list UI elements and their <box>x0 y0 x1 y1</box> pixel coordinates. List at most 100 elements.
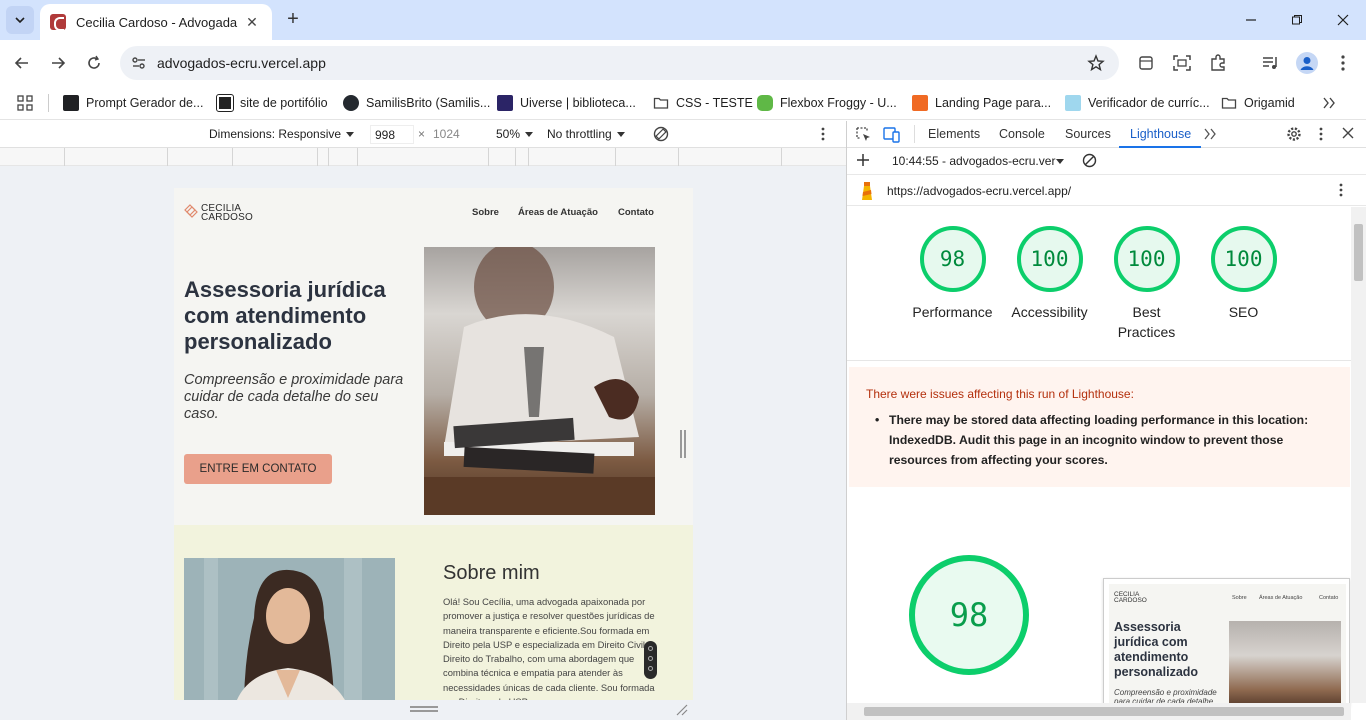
zoom-dropdown[interactable]: 50% <box>496 127 534 141</box>
warning-list: There may be stored data affecting loadi… <box>875 410 1329 470</box>
bookmark-item[interactable]: Flexbox Froggy - U... <box>757 92 897 114</box>
inspect-element-icon[interactable] <box>855 126 872 143</box>
nav-link-sobre[interactable]: Sobre <box>472 207 499 218</box>
report-selector[interactable]: 10:44:55 - advogados-ecru.ver <box>892 154 1065 168</box>
devtools-horizontal-scrollbar[interactable] <box>847 703 1351 720</box>
thumb-hero-title: Assessoria jurídica com atendimento pers… <box>1114 620 1199 679</box>
bookmark-folder[interactable]: Origamid <box>1221 92 1295 114</box>
performance-gauge[interactable]: 98 Performance <box>904 226 1001 322</box>
tab-elements[interactable]: Elements <box>928 127 980 141</box>
hero-image <box>424 247 655 515</box>
forward-button[interactable] <box>43 48 73 78</box>
folder-icon <box>1221 97 1237 109</box>
score-ring: 100 <box>1016 226 1083 292</box>
folder-icon <box>653 97 669 109</box>
nav-link-contato[interactable]: Contato <box>618 207 654 218</box>
score-label: Best Practices <box>1117 304 1176 340</box>
close-icon <box>1337 14 1349 26</box>
tab-console[interactable]: Console <box>999 127 1045 141</box>
about-section: Sobre mim Olá! Sou Cecília, uma advogada… <box>174 525 693 700</box>
contact-cta-button[interactable]: ENTRE EM CONTATO <box>184 454 332 484</box>
profile-avatar-icon[interactable] <box>1296 52 1318 74</box>
minimize-button[interactable] <box>1228 0 1274 40</box>
devtools-vertical-scrollbar[interactable] <box>1351 207 1366 703</box>
score-label: Performance <box>912 304 993 320</box>
bookmark-label: Prompt Gerador de... <box>86 96 204 110</box>
back-button[interactable] <box>7 48 37 78</box>
screenshot-icon[interactable] <box>1171 52 1193 74</box>
times-sign: × <box>418 127 426 141</box>
seo-gauge[interactable]: 100 SEO <box>1195 226 1292 322</box>
thumb-hero-image <box>1229 621 1341 705</box>
bookmark-label: Origamid <box>1244 96 1295 110</box>
floating-scroll-control[interactable] <box>644 641 657 679</box>
bookmark-item[interactable]: Landing Page para... <box>912 92 1051 114</box>
best-practices-gauge[interactable]: 100 Best Practices <box>1098 226 1195 342</box>
devtools-menu-icon[interactable] <box>1319 127 1323 141</box>
browser-tab[interactable]: Cecilia Cardoso - Advogada ✕ <box>40 4 272 40</box>
clear-reports-icon[interactable] <box>1082 153 1097 168</box>
caret-down-icon <box>525 132 534 138</box>
bookmarks-bar: Prompt Gerador de... site de portifólio … <box>0 86 1366 120</box>
dimensions-dropdown[interactable]: Dimensions: Responsive <box>209 127 355 141</box>
viewport-corner-resize-icon[interactable] <box>676 704 688 716</box>
new-tab-button[interactable]: + <box>282 8 304 30</box>
close-window-button[interactable] <box>1320 0 1366 40</box>
accessibility-gauge[interactable]: 100 Accessibility <box>1001 226 1098 322</box>
caret-down-icon <box>346 132 355 138</box>
reading-list-icon[interactable] <box>1135 52 1157 74</box>
performance-big-gauge[interactable]: 98 <box>909 555 1029 675</box>
report-selector-label: 10:44:55 - advogados-ecru.ver <box>892 154 1056 168</box>
tab-lighthouse[interactable]: Lighthouse <box>1130 127 1191 141</box>
more-tabs-icon[interactable] <box>1203 128 1217 140</box>
score-ring: 98 <box>919 226 986 292</box>
zoom-label: 50% <box>496 127 521 141</box>
final-screenshot-thumbnail[interactable]: CECILIA CARDOSO Sobre Áreas de Atuação C… <box>1103 578 1350 706</box>
bookmark-folder[interactable]: CSS - TESTE <box>653 92 753 114</box>
device-toolbar: Dimensions: Responsive 998 × 1024 50% No… <box>0 121 846 148</box>
bookmark-item[interactable]: SamilisBrito (Samilis... <box>343 92 490 114</box>
tab-search-button[interactable] <box>6 6 34 34</box>
restore-button[interactable] <box>1274 0 1320 40</box>
uiverse-icon <box>497 95 513 111</box>
reload-button[interactable] <box>79 48 109 78</box>
address-bar[interactable]: advogados-ecru.vercel.app <box>120 46 1119 80</box>
throttling-label: No throttling <box>547 127 612 141</box>
apps-grid-icon[interactable] <box>17 92 33 114</box>
chrome-menu-icon[interactable] <box>1332 52 1354 74</box>
report-url[interactable]: https://advogados-ecru.vercel.app/ <box>887 184 1071 198</box>
bookmark-star-icon[interactable] <box>1087 54 1105 72</box>
settings-gear-icon[interactable] <box>1286 126 1302 142</box>
site-info-icon[interactable] <box>130 54 148 72</box>
bookmark-label: SamilisBrito (Samilis... <box>366 96 491 110</box>
hero-subtitle: Compreensão e proximidade para cuidar de… <box>184 372 404 422</box>
devtools-panel: Elements Console Sources Lighthouse 10:4… <box>846 121 1366 720</box>
rotate-icon[interactable] <box>652 125 670 143</box>
media-controls-icon[interactable] <box>1260 52 1282 74</box>
bookmark-item[interactable]: site de portifólio <box>216 92 328 114</box>
report-url-bar: https://advogados-ecru.vercel.app/ <box>847 175 1366 206</box>
reload-icon <box>88 55 100 69</box>
width-input[interactable]: 998 <box>370 125 414 144</box>
media-query-ruler[interactable] <box>0 148 846 166</box>
nav-link-areas[interactable]: Áreas de Atuação <box>518 207 598 218</box>
bookmark-item[interactable]: Verificador de curríc... <box>1065 92 1210 114</box>
caret-down-icon <box>1056 159 1065 165</box>
tab-sources[interactable]: Sources <box>1065 127 1111 141</box>
report-menu-icon[interactable] <box>1339 183 1343 197</box>
bookmark-item[interactable]: Prompt Gerador de... <box>63 92 203 114</box>
extensions-icon[interactable] <box>1207 52 1229 74</box>
device-toggle-icon[interactable] <box>883 126 901 143</box>
site-logo[interactable]: CECILIA CARDOSO <box>201 204 253 223</box>
viewport-width-handle[interactable] <box>680 430 686 458</box>
tab-close-icon[interactable]: ✕ <box>242 14 262 31</box>
hero-title: Assessoria jurídica com atendimento pers… <box>184 277 386 354</box>
bookmark-item[interactable]: Uiverse | biblioteca... <box>497 92 636 114</box>
viewport-height-handle[interactable] <box>410 706 438 712</box>
height-input[interactable]: 1024 <box>429 125 475 144</box>
device-toolbar-more-icon[interactable] <box>821 127 825 141</box>
close-devtools-icon[interactable] <box>1342 127 1354 139</box>
new-report-plus-icon[interactable] <box>856 153 870 167</box>
more-bookmarks-icon[interactable] <box>1322 92 1336 114</box>
throttling-dropdown[interactable]: No throttling <box>547 127 625 141</box>
